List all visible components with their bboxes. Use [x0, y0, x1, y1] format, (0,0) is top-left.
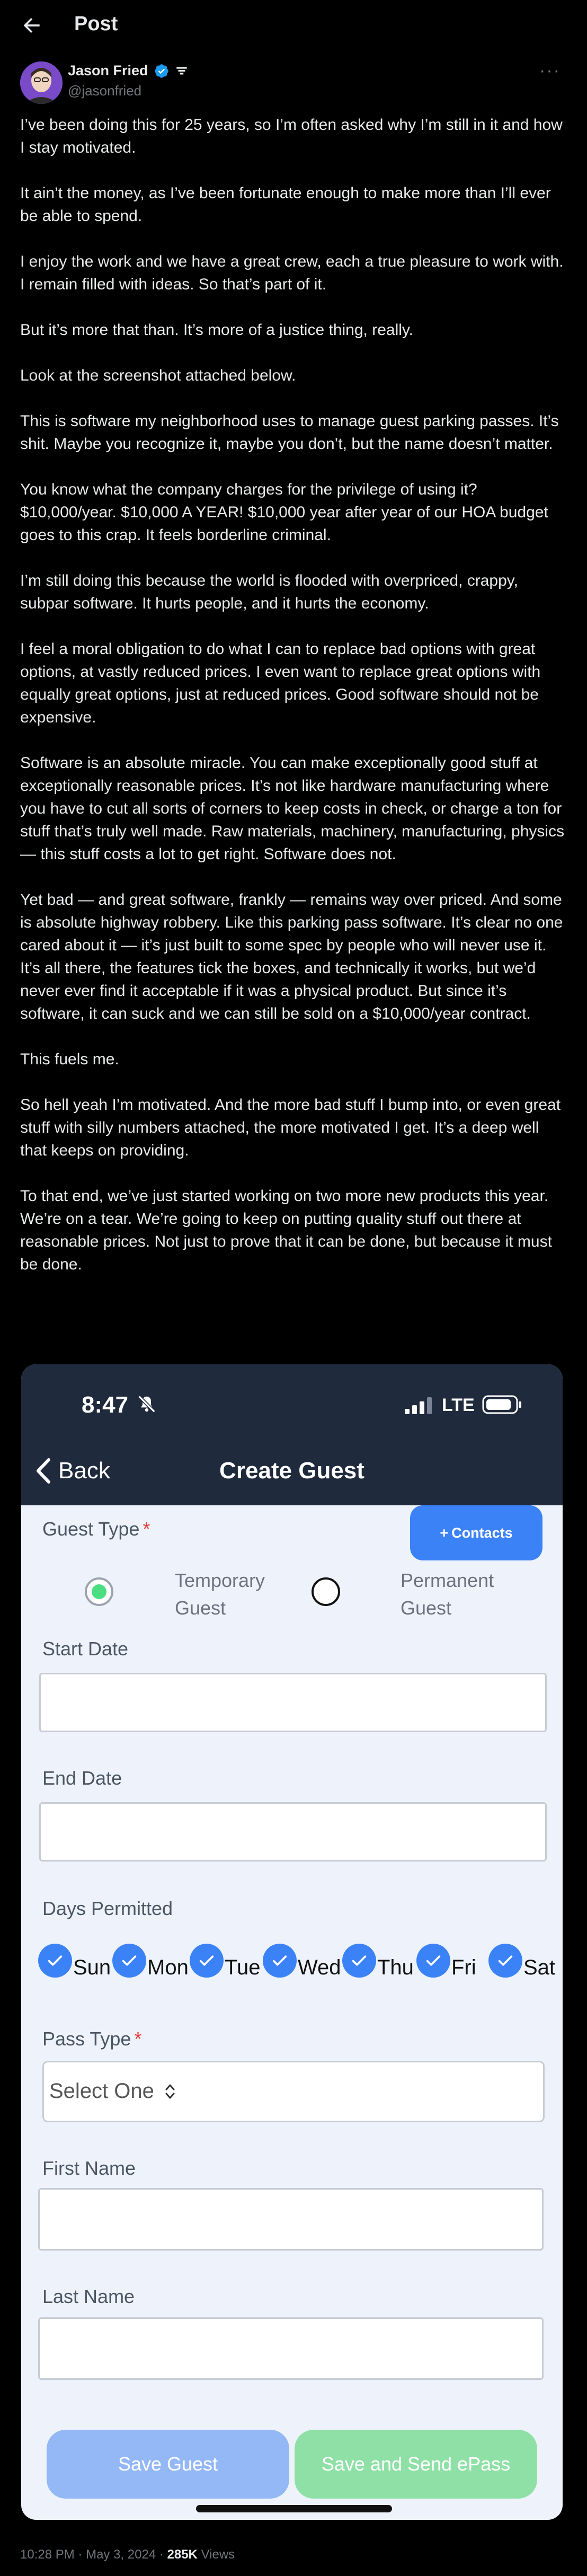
contacts-button-label: Contacts: [451, 1524, 513, 1541]
pass-type-value-row: Select One: [49, 2079, 176, 2103]
pass-type-label: Pass Type *: [42, 2028, 141, 2050]
day-label: Fri: [451, 1956, 476, 1979]
meta-separator: ·: [159, 2547, 164, 2562]
home-indicator: [196, 2505, 392, 2512]
start-date-input[interactable]: [39, 1673, 547, 1732]
battery-icon: [482, 1395, 521, 1414]
start-date-label: Start Date: [42, 1638, 129, 1660]
post-paragraph: This fuels me.: [20, 1051, 119, 1068]
pass-type-value: Select One: [49, 2079, 154, 2103]
author-handle[interactable]: @jasonfried: [68, 83, 141, 99]
post-paragraph: Yet bad — and great software, frankly — …: [20, 891, 563, 1022]
author-name-row[interactable]: Jason Fried: [68, 63, 189, 79]
post-paragraph: I feel a moral obligation to do what I c…: [20, 640, 541, 726]
day-label: Tue: [225, 1956, 261, 1979]
radio-label-permanent: Permanent Guest: [401, 1569, 494, 1619]
page-title: Post: [74, 13, 118, 35]
status-time: 8:47: [82, 1392, 129, 1418]
day-sat[interactable]: Sat: [488, 1941, 555, 1980]
post-body: I’ve been doing this for 25 years, so I’…: [20, 113, 566, 1276]
day-fri[interactable]: Fri: [416, 1941, 476, 1980]
checkbox-checked-icon: [38, 1943, 72, 1978]
day-tue[interactable]: Tue: [190, 1941, 260, 1980]
day-wed[interactable]: Wed: [263, 1941, 341, 1980]
post-paragraph: But it’s more that than. It’s more of a …: [20, 321, 414, 339]
checkbox-checked-icon: [190, 1943, 224, 1978]
days-permitted-label: Days Permitted: [42, 1898, 173, 1919]
contacts-button[interactable]: + Contacts: [410, 1505, 542, 1560]
day-label: Sun: [73, 1956, 111, 1979]
post-date[interactable]: May 3, 2024: [86, 2547, 156, 2562]
first-name-label: First Name: [42, 2157, 136, 2179]
day-label: Mon: [147, 1956, 189, 1979]
radio-temporary-guest[interactable]: [85, 1577, 113, 1606]
guest-type-label-text: Guest Type: [42, 1518, 140, 1540]
last-name-input[interactable]: [38, 2317, 544, 2380]
post-paragraph: To that end, we’ve just started working …: [20, 1187, 552, 1273]
pass-type-select[interactable]: Select One: [42, 2061, 545, 2122]
day-mon[interactable]: Mon: [112, 1941, 189, 1980]
post-paragraph: So hell yeah I’m motivated. And the more…: [20, 1096, 561, 1159]
bell-muted-icon: [138, 1395, 156, 1413]
post-paragraph: Software is an absolute miracle. You can…: [20, 754, 565, 863]
attached-screenshot[interactable]: 8:47 LTE Back Create Guest Guest Type * …: [21, 1364, 563, 2520]
up-down-chevron-icon: [165, 2084, 175, 2098]
top-bar: Post: [0, 0, 587, 51]
more-options-icon[interactable]: ···: [539, 61, 561, 80]
checkbox-checked-icon: [112, 1943, 146, 1978]
checkbox-checked-icon: [342, 1943, 376, 1978]
views-label: Views: [201, 2547, 235, 2562]
post-paragraph: I’m still doing this because the world i…: [20, 572, 518, 612]
required-mark: *: [143, 1518, 150, 1540]
post-paragraph: This is software my neighborhood uses to…: [20, 412, 559, 453]
post-paragraph: I’ve been doing this for 25 years, so I’…: [20, 116, 563, 156]
post-paragraph: It ain’t the money, as I’ve been fortuna…: [20, 184, 551, 225]
plus-icon: +: [440, 1524, 449, 1541]
checkbox-checked-icon: [263, 1943, 297, 1978]
verified-badge-icon: [154, 64, 168, 78]
day-sun[interactable]: Sun: [38, 1941, 111, 1980]
pass-type-label-text: Pass Type: [42, 2028, 131, 2050]
save-guest-button[interactable]: Save Guest: [47, 2430, 289, 2499]
post-paragraph: You know what the company charges for th…: [20, 481, 548, 544]
back-arrow-icon[interactable]: [20, 14, 43, 37]
post-time[interactable]: 10:28 PM: [20, 2547, 75, 2562]
end-date-input[interactable]: [39, 1802, 547, 1862]
day-label: Sat: [523, 1956, 556, 1979]
day-thu[interactable]: Thu: [342, 1941, 414, 1980]
post-meta: 10:28 PM · May 3, 2024 · 285K Views: [20, 2547, 235, 2562]
end-date-label: End Date: [42, 1767, 122, 1789]
radio-permanent-guest[interactable]: [312, 1577, 340, 1606]
radio-label-temporary: Temporary Guest: [175, 1569, 265, 1619]
affiliation-badge-icon: [176, 66, 187, 74]
save-and-send-epass-button[interactable]: Save and Send ePass: [295, 2430, 537, 2499]
required-mark: *: [134, 2028, 142, 2050]
meta-separator: ·: [78, 2547, 83, 2562]
post-paragraph: Look at the screenshot attached below.: [20, 367, 296, 384]
checkbox-checked-icon: [488, 1943, 522, 1978]
checkbox-checked-icon: [416, 1943, 450, 1978]
post-paragraph: I enjoy the work and we have a great cre…: [20, 253, 564, 293]
screen-title: Create Guest: [219, 1458, 364, 1484]
last-name-label: Last Name: [42, 2286, 135, 2307]
avatar-face-icon: [20, 61, 63, 104]
day-label: Thu: [377, 1956, 414, 1979]
guest-type-label: Guest Type *: [42, 1518, 150, 1540]
day-label: Wed: [298, 1956, 341, 1979]
avatar[interactable]: [20, 61, 63, 104]
views-count: 285K: [167, 2547, 198, 2562]
author-name[interactable]: Jason Fried: [68, 63, 148, 79]
signal-icon: [405, 1397, 432, 1414]
first-name-input[interactable]: [38, 2188, 544, 2251]
network-label: LTE: [442, 1395, 475, 1415]
phone-header: 8:47 LTE Back Create Guest: [21, 1364, 563, 1505]
